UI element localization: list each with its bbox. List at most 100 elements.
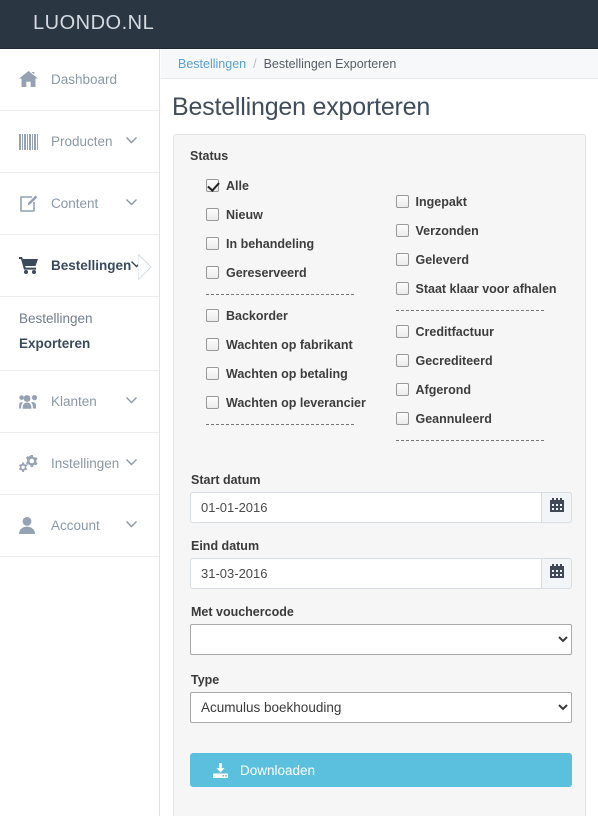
checkbox-label: Wachten op betaling [226,366,348,381]
type-label: Type [191,673,220,687]
checkbox-ingepakt[interactable] [395,195,409,208]
breadcrumb-current: Bestellingen Exporteren [263,56,397,71]
checkbox-backorder[interactable] [206,309,219,322]
calendar-icon [549,564,564,583]
page-title: Bestellingen exporteren [172,93,431,121]
checkbox-label: Geleverd [415,252,470,267]
checkbox-label: Gereserveerd [226,265,307,280]
sidebar-item-label: Account [51,518,100,533]
checkbox-row[interactable]: Afgerond [380,375,570,404]
status-checkbox-columns: Alle Nieuw In behandeling Gereserveerd B… [190,171,569,447]
breadcrumb: Bestellingen / Bestellingen Exporteren [161,49,598,79]
checkbox-label: Ingepakt [415,194,467,209]
checkbox-row[interactable]: Verzonden [380,216,570,245]
checkbox-label: Wachten op leverancier [226,395,366,410]
breadcrumb-link-bestellingen[interactable]: Bestellingen [178,57,246,71]
checkbox-row[interactable]: Geleverd [380,245,570,274]
status-section-label: Status [190,149,229,163]
sidebar-item-dashboard[interactable]: Dashboard [0,49,159,111]
checkbox-label: Wachten op fabrikant [226,337,353,352]
checkbox-alle[interactable] [206,179,219,192]
breadcrumb-separator: / [253,56,257,71]
user-icon [19,517,43,534]
checkbox-row[interactable]: In behandeling [190,229,380,258]
checkbox-gecrediteerd[interactable] [395,354,409,367]
checkbox-verzonden[interactable] [395,224,409,237]
checkbox-afgerond[interactable] [395,383,409,396]
sidebar-item-label: Klanten [51,394,97,409]
calendar-icon [549,498,564,517]
checkbox-label: Afgerond [415,382,472,397]
chevron-down-icon[interactable] [126,458,137,469]
checkbox-row[interactable]: Backorder [190,301,380,330]
start-date-calendar-button[interactable] [541,492,572,523]
download-button-label: Downloaden [240,762,316,778]
checkbox-row[interactable]: Creditfactuur [380,317,570,346]
checkbox-geleverd[interactable] [395,253,409,266]
end-date-input[interactable] [190,558,541,589]
sidebar-nav: Dashboard Producten Content Bestellingen… [0,49,160,816]
sidebar-item-bestellingen[interactable]: Bestellingen [0,235,159,297]
checkbox-row[interactable]: Wachten op fabrikant [190,330,380,359]
checkbox-gereserveerd[interactable] [206,266,219,279]
chevron-down-icon[interactable] [126,520,137,531]
checkbox-creditfactuur[interactable] [395,325,409,338]
checkbox-row[interactable]: Gereserveerd [190,258,380,287]
checkbox-row[interactable]: Geannuleerd [380,404,570,433]
checkbox-row[interactable]: Nieuw [190,200,380,229]
checkbox-row[interactable]: Staat klaar voor afhalen [380,274,570,303]
checkbox-in-behandeling[interactable] [206,237,219,250]
barcode-icon [19,133,43,150]
start-date-input[interactable] [190,492,541,523]
voucher-label: Met vouchercode [191,605,294,619]
checkbox-wachten-op-fabrikant[interactable] [206,338,219,351]
checkbox-nieuw[interactable] [206,208,219,221]
sidebar-subitem-exporteren[interactable]: Exporteren [19,331,159,356]
chevron-down-icon[interactable] [126,136,137,147]
status-column-right: Ingepakt Verzonden Geleverd Staat klaar … [380,171,570,447]
sidebar-item-producten[interactable]: Producten [0,111,159,173]
status-divider [206,424,354,425]
start-date-label: Start datum [191,473,261,487]
end-date-calendar-button[interactable] [541,558,572,589]
chevron-down-icon[interactable] [126,198,137,209]
sidebar-subitem-bestellingen[interactable]: Bestellingen [19,306,159,331]
sidebar-item-klanten[interactable]: Klanten [0,371,159,433]
brand-logo[interactable]: LUONDO.NL [33,12,154,35]
checkbox-label: Nieuw [226,207,263,222]
checkbox-label: Backorder [226,308,288,323]
sidebar-item-label: Producten [51,134,113,149]
chevron-down-icon[interactable] [131,260,143,271]
checkbox-row[interactable]: Wachten op leverancier [190,388,380,417]
checkbox-wachten-op-leverancier[interactable] [206,396,219,409]
sidebar-subnav-bestellingen: Bestellingen Exporteren [0,297,159,371]
app-root: LUONDO.NL Dashboard Producten Content Be… [0,0,598,816]
checkbox-label: Gecrediteerd [415,353,493,368]
checkbox-row[interactable]: Alle [190,171,380,200]
checkbox-label: In behandeling [226,236,315,251]
download-icon [213,762,228,778]
checkbox-row[interactable]: Wachten op betaling [190,359,380,388]
checkbox-label: Geannuleerd [415,411,492,426]
shopping-cart-icon [19,257,43,274]
end-date-group [190,558,572,589]
checkbox-row[interactable]: Gecrediteerd [380,346,570,375]
sidebar-item-label: Instellingen [51,456,120,471]
voucher-select[interactable] [190,624,572,655]
checkbox-staat-klaar-voor-afhalen[interactable] [395,282,409,295]
status-divider [206,294,354,295]
sidebar-item-instellingen[interactable]: Instellingen [0,433,159,495]
checkbox-wachten-op-betaling[interactable] [206,367,219,380]
type-select[interactable]: Acumulus boekhouding [190,692,572,723]
sidebar-item-account[interactable]: Account [0,495,159,557]
download-button[interactable]: Downloaden [190,753,572,787]
checkbox-label: Alle [226,178,249,193]
checkbox-label: Creditfactuur [415,324,494,339]
sidebar-item-label: Dashboard [51,72,118,87]
start-date-group [190,492,572,523]
top-header-bar: LUONDO.NL [0,0,598,49]
chevron-down-icon[interactable] [126,396,137,407]
sidebar-item-content[interactable]: Content [0,173,159,235]
checkbox-row[interactable]: Ingepakt [380,187,570,216]
checkbox-geannuleerd[interactable] [395,412,409,425]
